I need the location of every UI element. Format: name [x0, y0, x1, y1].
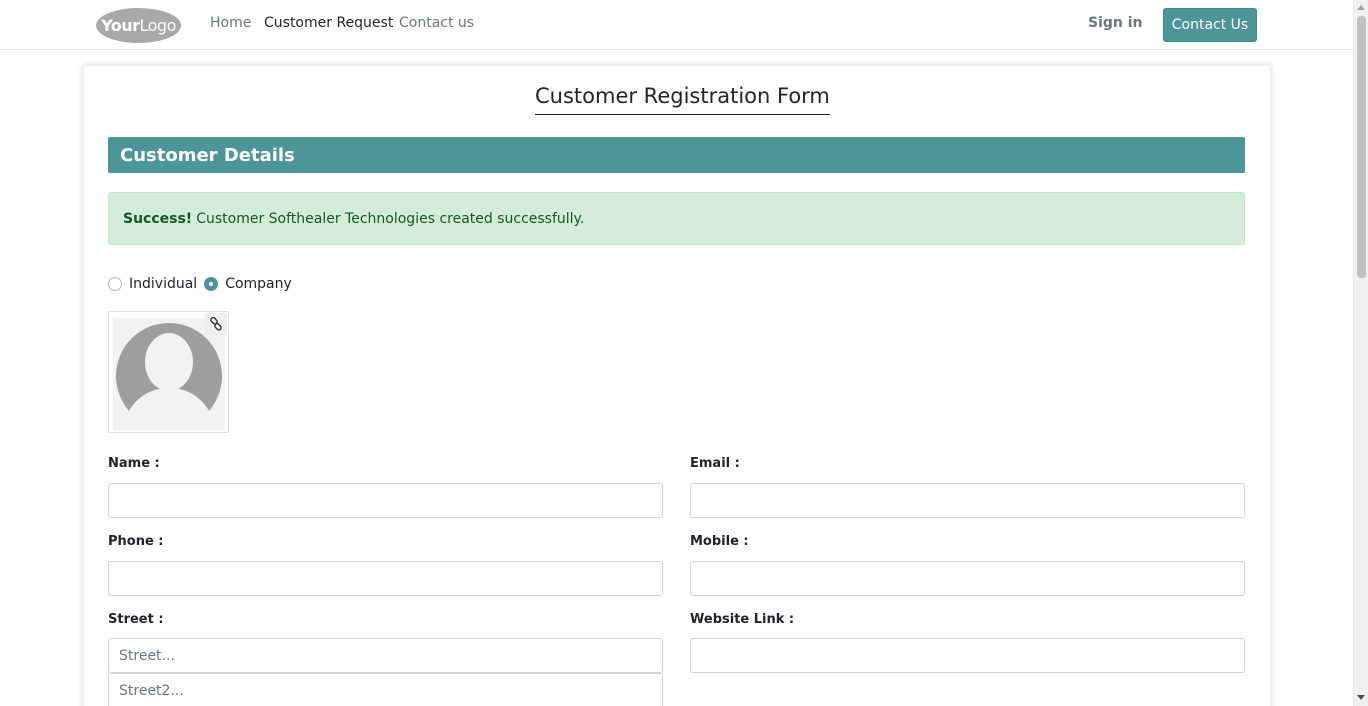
- scroll-down-arrow-icon[interactable]: [1357, 695, 1365, 700]
- phone-field[interactable]: [108, 561, 663, 596]
- signin-link[interactable]: Sign in: [1088, 15, 1143, 31]
- street-label: Street :: [108, 612, 164, 627]
- website-label: Website Link :: [690, 612, 795, 627]
- email-label: Email :: [690, 456, 740, 471]
- street-field[interactable]: Street...: [108, 638, 663, 673]
- scroll-up-arrow-icon[interactable]: [1357, 5, 1365, 10]
- name-field[interactable]: [108, 483, 663, 518]
- radio-label-individual[interactable]: Individual: [129, 276, 197, 292]
- page-title: Customer Registration Form: [535, 84, 830, 115]
- website-field[interactable]: [690, 638, 1245, 673]
- top-navbar: Your Logo Home Customer Request Contact u…: [0, 0, 1353, 50]
- nav-link-customer-request[interactable]: Customer Request: [264, 15, 393, 31]
- street2-field[interactable]: Street2...: [108, 673, 663, 706]
- section-header-customer-details: Customer Details: [108, 137, 1245, 173]
- nav-link-contact-us[interactable]: Contact us: [399, 15, 474, 31]
- alert-strong: Success!: [123, 210, 193, 227]
- success-alert: Success! Customer Softhealer Technologie…: [108, 192, 1245, 245]
- nav-link-home[interactable]: Home: [210, 15, 251, 31]
- link-icon[interactable]: [205, 313, 227, 335]
- brand-logo[interactable]: Your Logo: [96, 8, 181, 43]
- radio-label-company[interactable]: Company: [225, 276, 292, 292]
- mobile-field[interactable]: [690, 561, 1245, 596]
- avatar-upload[interactable]: [108, 311, 229, 433]
- customer-type-radio-group: Individual Company: [108, 275, 299, 293]
- name-label: Name :: [108, 456, 160, 471]
- alert-message: Customer Softhealer Technologies created…: [196, 210, 585, 227]
- page-scrollbar[interactable]: [1353, 0, 1368, 706]
- mobile-label: Mobile :: [690, 534, 749, 549]
- logo-text: Logo: [139, 16, 177, 35]
- contact-us-button[interactable]: Contact Us: [1163, 8, 1257, 42]
- phone-label: Phone :: [108, 534, 164, 549]
- email-field[interactable]: [690, 483, 1245, 518]
- logo-text-bold: Your: [101, 16, 140, 35]
- radio-individual[interactable]: [108, 277, 122, 291]
- scroll-thumb[interactable]: [1357, 16, 1366, 278]
- radio-company[interactable]: [204, 277, 219, 291]
